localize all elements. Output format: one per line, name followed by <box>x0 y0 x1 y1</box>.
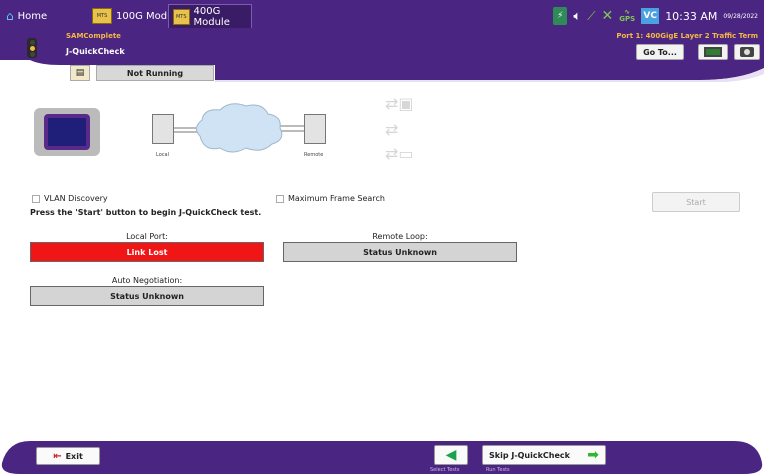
camera-icon <box>740 47 754 57</box>
clock-time: 10:33 AM <box>665 9 718 23</box>
screenshot-button[interactable] <box>734 44 760 60</box>
auto-negotiation-status: Status Unknown <box>30 286 264 306</box>
exit-label: Exit <box>65 451 83 461</box>
top-tab-bar: ⌂ Home MTS 100G Module MTS 400G Module ⚡… <box>0 0 764 30</box>
local-port-status: Link Lost <box>30 242 264 262</box>
app-subtitle: SAMComplete <box>66 32 121 40</box>
system-tray: ⚡ 🔈︎ ⟋ ✕ ∿ GPS VC 10:33 AM 09/28/2022 <box>553 5 764 27</box>
tab-400g-label: 400G Module <box>193 5 230 28</box>
port-status: Port 1: 400GigE Layer 2 Traffic Term <box>616 32 758 40</box>
tab-home-label: Home <box>17 10 48 22</box>
network-signal-icon[interactable]: ⟋ <box>587 9 595 24</box>
remote-loop-label: Remote Loop: <box>372 232 428 241</box>
test-status-badge: Not Running <box>96 65 214 81</box>
device-screen-icon <box>44 114 90 150</box>
battery-icon[interactable]: ⚡ <box>553 7 568 25</box>
vlan-discovery-label: VLAN Discovery <box>44 194 108 203</box>
local-port-label: Local Port: <box>126 232 168 241</box>
loopback-type-icon: ⇄▣ <box>385 94 414 113</box>
app-title: J-QuickCheck <box>66 47 125 56</box>
exit-icon: ⇤ <box>53 450 62 462</box>
instruction-text: Press the 'Start' button to begin J-Quic… <box>30 208 262 217</box>
tools-icon[interactable]: ✕ <box>602 8 614 24</box>
screen-icon <box>704 47 722 57</box>
remote-label: Remote <box>304 152 324 158</box>
goto-button[interactable]: Go To... <box>636 44 684 60</box>
vc-icon[interactable]: VC <box>641 8 660 24</box>
remote-device-icon <box>304 114 326 144</box>
select-tests-button[interactable]: ◀ <box>434 445 468 465</box>
traffic-light-icon <box>27 38 37 58</box>
checkbox-icon <box>276 194 284 203</box>
auto-negotiation-label: Auto Negotiation: <box>111 276 183 285</box>
exit-button[interactable]: ⇤ Exit <box>36 447 100 465</box>
display-button[interactable] <box>698 44 728 60</box>
loopback-arrow-icon: ⇄ <box>385 120 399 139</box>
tab-400g-module[interactable]: MTS 400G Module <box>168 4 252 28</box>
clock-date: 09/28/2022 <box>723 12 758 20</box>
home-icon: ⌂ <box>6 9 14 23</box>
test-device-illustration <box>34 108 100 156</box>
speaker-icon[interactable]: 🔈︎ <box>573 9 581 24</box>
report-icon[interactable]: ▤ <box>70 65 90 81</box>
max-frame-search-label: Maximum Frame Search <box>288 194 385 203</box>
remote-loop-status: Status Unknown <box>283 242 517 262</box>
vlan-discovery-checkbox[interactable]: VLAN Discovery <box>32 194 108 203</box>
checkbox-icon <box>32 194 40 203</box>
app-header: SAMComplete J-QuickCheck Port 1: 400GigE… <box>0 30 764 60</box>
run-tests-label: Run Tests <box>486 467 510 473</box>
max-frame-search-checkbox[interactable]: Maximum Frame Search <box>276 194 385 203</box>
local-device-icon <box>152 114 174 144</box>
gps-icon[interactable]: ∿ GPS <box>619 9 635 23</box>
cloud-icon <box>196 103 283 153</box>
left-arrow-icon: ◀ <box>445 447 457 463</box>
loopback-device-icon: ⇄▭ <box>385 144 414 163</box>
module-icon: MTS <box>173 8 190 25</box>
footer-curve <box>1 441 763 474</box>
skip-label: Skip J-QuickCheck <box>489 450 570 460</box>
module-icon: MTS <box>92 8 112 24</box>
select-tests-label: Select Tests <box>430 467 460 473</box>
right-arrow-icon: ➡ <box>587 447 599 463</box>
local-label: Local <box>156 152 169 158</box>
skip-jquickcheck-button[interactable]: Skip J-QuickCheck ➡ <box>482 445 606 465</box>
start-button[interactable]: Start <box>652 192 740 212</box>
bottom-action-bar: ⇤ Exit ◀ Select Tests Skip J-QuickCheck … <box>0 437 764 474</box>
clock: 10:33 AM 09/28/2022 <box>665 11 758 22</box>
tab-home[interactable]: ⌂ Home <box>6 7 47 25</box>
status-strip: ▤ Not Running <box>0 60 764 82</box>
